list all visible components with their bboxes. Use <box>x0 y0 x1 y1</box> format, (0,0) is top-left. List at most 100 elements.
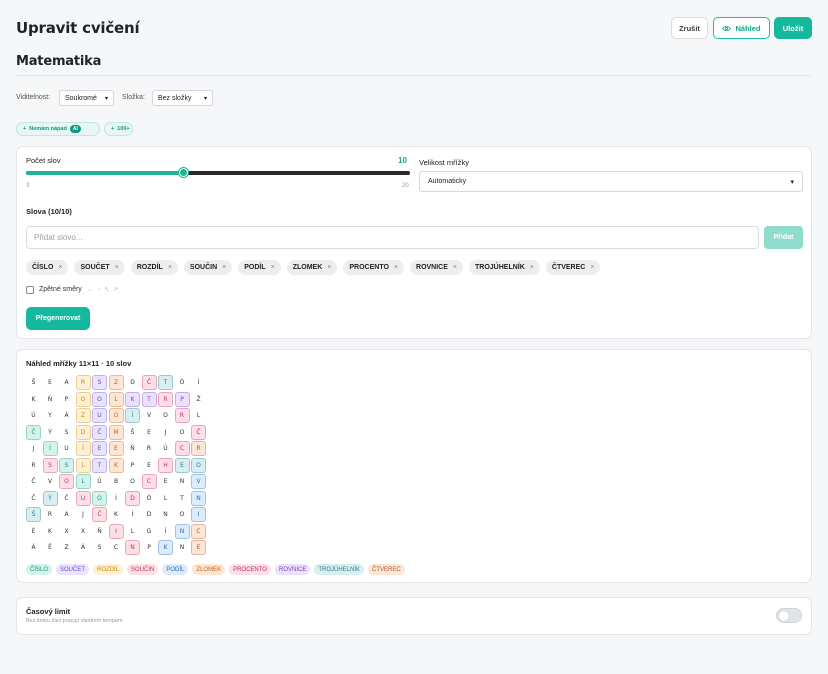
cancel-button[interactable]: Zrušit <box>671 17 708 39</box>
grid-cell: S <box>42 457 58 473</box>
grid-cell: Ň <box>97 527 102 535</box>
folder-value: Bez složky <box>158 94 192 102</box>
visibility-select[interactable]: Soukromé ▾ <box>59 90 114 106</box>
grid-cell: Č <box>191 424 206 440</box>
grid-cell: A <box>64 379 69 386</box>
preview-button[interactable]: Náhled <box>713 17 770 39</box>
grid-cell: O <box>92 490 107 506</box>
add-word-placeholder: Přidat slovo... <box>34 233 83 242</box>
word-chip[interactable]: SOUČIN × <box>183 260 233 275</box>
grid-cell: N <box>179 544 185 551</box>
grid-cell: O <box>191 457 206 473</box>
reverse-directions-label: Zpětné směry <box>39 286 82 293</box>
grid-cell: I <box>108 523 124 539</box>
grid-cell: T <box>158 375 173 390</box>
word-chip[interactable]: SOUČET × <box>74 260 125 275</box>
grid-cell: S <box>92 375 107 390</box>
subject-title: Matematika <box>16 54 102 69</box>
grid-cell: K <box>158 540 173 555</box>
plus-icon: + <box>111 126 115 132</box>
grid-cell: O <box>130 478 135 485</box>
word-chip-label: TROJÚHELNÍK <box>475 264 525 271</box>
legend-label: ROVNICE <box>278 566 307 573</box>
grid-cell: Č <box>31 478 36 485</box>
folder-select[interactable]: Bez složky ▾ <box>152 90 213 106</box>
add-word-button[interactable]: Přidat <box>764 226 803 249</box>
legend-item: ROZDÍL <box>93 564 124 575</box>
grid-cell: R <box>174 408 190 423</box>
remove-icon[interactable]: × <box>453 264 457 271</box>
word-chip[interactable]: PODÍL × <box>238 260 281 275</box>
grid-cell: Á <box>31 544 36 551</box>
remove-icon[interactable]: × <box>530 264 534 271</box>
grid-cell: O <box>179 428 185 436</box>
cancel-label: Zrušit <box>679 23 700 33</box>
grid-cell: Z <box>64 544 69 551</box>
slider-max: 20 <box>402 183 409 189</box>
word-chip[interactable]: ZLOMEK × <box>286 260 338 275</box>
toggle-knob <box>779 611 789 621</box>
grid-cell: Č <box>92 424 107 440</box>
grid-cell: Ž <box>196 395 201 403</box>
grid-cell: P <box>147 544 151 551</box>
save-button[interactable]: Uložit <box>774 17 812 39</box>
grid-cell: Í <box>42 441 58 456</box>
grid-cell: S <box>64 428 69 436</box>
grid-cell: Í <box>131 511 134 518</box>
word-chip[interactable]: ROZDÍL × <box>130 260 178 275</box>
no-idea-ai-button[interactable]: + Nemám nápad AI <box>16 122 100 136</box>
grid-cell: N <box>163 511 168 518</box>
word-chip[interactable]: TROJÚHELNÍK × <box>469 260 540 275</box>
grid-cell: Z <box>108 375 124 390</box>
remove-icon[interactable]: × <box>115 264 119 271</box>
reverse-directions-checkbox[interactable] <box>26 286 34 294</box>
grid-cell: C <box>174 441 190 456</box>
plus-icon: + <box>23 126 27 132</box>
grid-cell: Ň <box>130 445 135 452</box>
word-count-label: Počet slov <box>26 156 61 165</box>
grid-cell: Ý <box>48 428 52 436</box>
regenerate-button[interactable]: Přegenerovat <box>26 307 90 330</box>
grid-cell: K <box>125 391 140 407</box>
word-chip[interactable]: ČTVEREC × <box>545 260 601 275</box>
remove-icon[interactable]: × <box>394 264 398 271</box>
time-limit-toggle[interactable] <box>776 608 802 623</box>
grid-cell: É <box>31 527 36 535</box>
grid-cell: P <box>130 461 135 469</box>
grid-cell: C <box>141 474 157 489</box>
grid-cell: Ó <box>146 494 152 502</box>
remove-icon[interactable]: × <box>327 264 331 271</box>
grid-cell: R <box>31 461 36 469</box>
visibility-value: Soukromé <box>65 94 97 102</box>
remove-icon[interactable]: × <box>590 264 594 271</box>
save-label: Uložit <box>782 23 804 33</box>
legend-label: SOUČET <box>60 566 86 573</box>
grid-cell: C <box>113 544 119 551</box>
grid-cell: Í <box>164 527 167 535</box>
word-chip[interactable]: ROVNICE × <box>410 260 464 275</box>
legend-item: PODÍL <box>162 564 189 575</box>
grid-cell: V <box>191 474 206 489</box>
grid-cell: B <box>113 478 119 485</box>
grid-size-value: Automaticky <box>428 178 467 185</box>
grid-cell: L <box>75 457 91 473</box>
grid-cell: K <box>108 457 124 473</box>
add-word-input[interactable]: Přidat slovo... <box>26 226 759 249</box>
legend-item: SOUČET <box>56 564 90 575</box>
word-chip[interactable]: ČÍSLO × <box>26 260 69 275</box>
grid-cell: Í <box>197 379 200 386</box>
visibility-label: Viditelnost: <box>16 94 51 101</box>
remove-icon[interactable]: × <box>222 264 226 271</box>
word-chip[interactable]: PROCENTO × <box>343 260 405 275</box>
more-button[interactable]: + 100+ <box>104 122 133 136</box>
grid-cell: J <box>82 511 84 518</box>
grid-cell: Ú <box>31 412 36 419</box>
grid-cell: J <box>32 445 35 452</box>
remove-icon[interactable]: × <box>58 264 62 271</box>
grid-size-select[interactable]: Automaticky ▾ <box>419 171 803 192</box>
remove-icon[interactable]: × <box>271 264 275 271</box>
grid-cell: I <box>191 507 206 522</box>
grid-cell: P <box>64 395 69 403</box>
grid-cell: Š <box>31 379 36 386</box>
remove-icon[interactable]: × <box>168 264 172 271</box>
